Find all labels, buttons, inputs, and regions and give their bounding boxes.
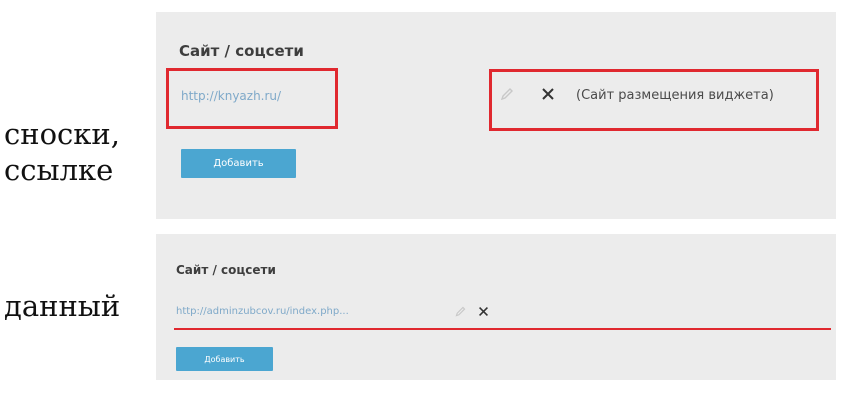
add-button[interactable]: Добавить <box>181 149 296 178</box>
side-text-line-3: данный <box>4 289 121 323</box>
side-text-line-2: ссылке <box>4 153 114 187</box>
close-icon[interactable] <box>474 302 492 320</box>
actions-highlight-box <box>489 69 819 131</box>
panel-title: Сайт / соцсети <box>176 263 276 277</box>
panel-title: Сайт / соцсети <box>179 42 304 60</box>
highlight-underline <box>174 328 831 330</box>
side-text-line-1: сноски, <box>4 117 120 151</box>
site-link[interactable]: http://adminzubcov.ru/index.php... <box>176 306 349 317</box>
site-socials-panel-1: Сайт / соцсети http://knyazh.ru/ (Сайт р… <box>156 12 836 219</box>
page: сноски, ссылке данный Сайт / соцсети htt… <box>0 0 851 394</box>
pencil-icon[interactable] <box>451 302 469 320</box>
link-highlight-box <box>166 68 338 129</box>
add-button[interactable]: Добавить <box>176 347 273 371</box>
site-socials-panel-2: Сайт / соцсети http://adminzubcov.ru/ind… <box>156 234 836 380</box>
